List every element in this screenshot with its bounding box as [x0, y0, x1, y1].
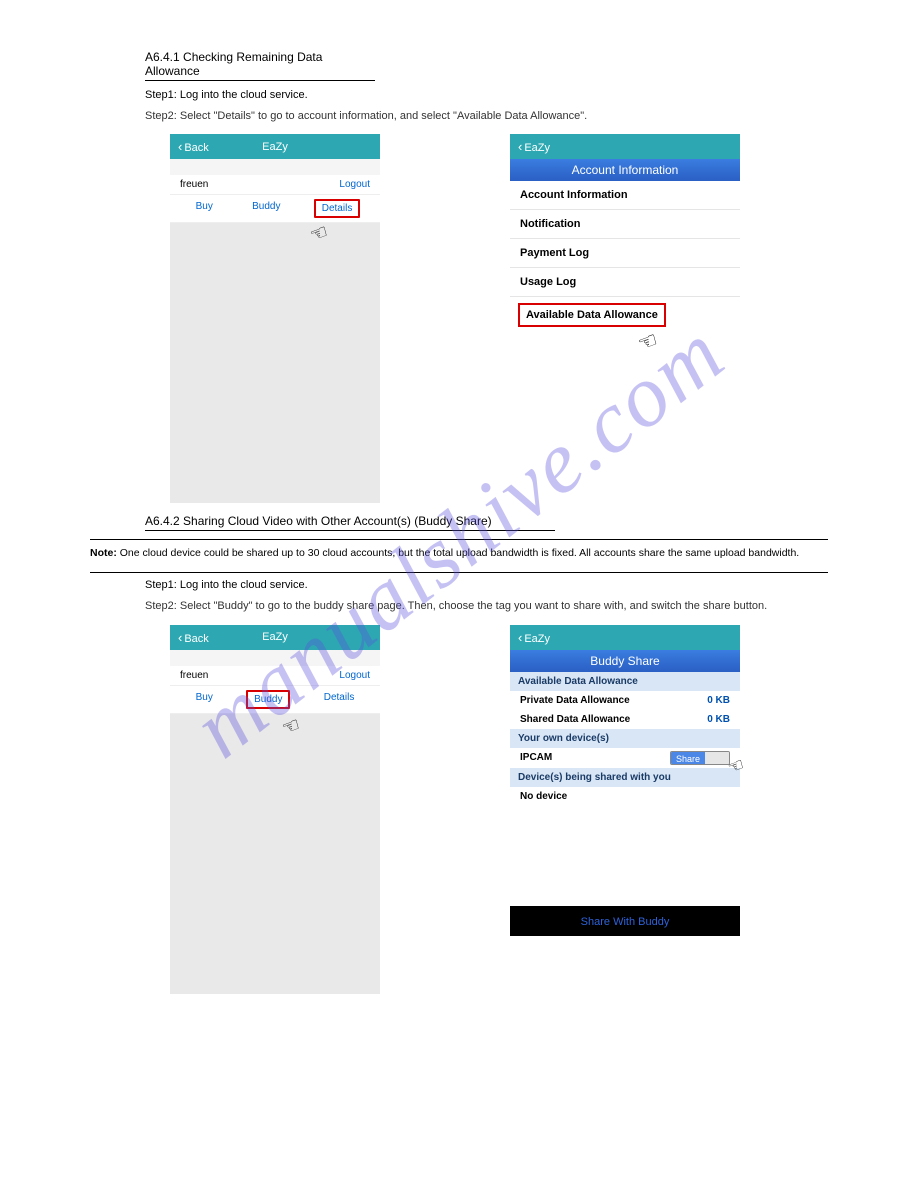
note-text: One cloud device could be shared up to 3…	[120, 547, 799, 559]
hand-pointer-icon: ☜	[306, 219, 331, 249]
back-button[interactable]: ‹Back	[178, 630, 209, 645]
phone-body: ☜	[170, 223, 380, 503]
phone-header: ‹Back EaZy	[170, 134, 380, 159]
share-with-buddy-label: Share With Buddy	[581, 916, 670, 928]
spacer	[170, 650, 380, 666]
row-label: Shared Data Allowance	[520, 714, 630, 725]
back-button[interactable]: ‹Back	[178, 139, 209, 154]
back-label: EaZy	[524, 142, 550, 154]
menu-item-available-data[interactable]: Available Data Allowance	[518, 303, 666, 327]
divider	[90, 539, 828, 540]
tab-buddy[interactable]: Buddy	[246, 199, 286, 218]
chevron-left-icon: ‹	[518, 630, 522, 645]
logout-link[interactable]: Logout	[339, 670, 370, 681]
hand-pointer-icon: ☜	[278, 711, 303, 741]
tab-details[interactable]: Details	[318, 690, 361, 709]
device-name: IPCAM	[520, 752, 552, 763]
row-value: 0 KB	[707, 714, 730, 725]
band-title: Account Information	[510, 159, 740, 181]
subhead-own-devices: Your own device(s)	[510, 729, 740, 748]
section-a-title: A6.4.1 Checking Remaining Data Allowance	[145, 50, 375, 81]
menu-item-usage-log[interactable]: Usage Log	[510, 268, 740, 297]
tab-buddy[interactable]: Buddy	[246, 690, 290, 709]
row-value: 0 KB	[707, 695, 730, 706]
divider	[90, 572, 828, 573]
phone-left-b: ‹Back EaZy freuen Logout Buy Buddy Detai…	[170, 625, 380, 985]
back-button[interactable]: ‹EaZy	[518, 139, 550, 154]
phone-header-r: ‹EaZy	[510, 625, 740, 650]
logout-link[interactable]: Logout	[339, 179, 370, 190]
tab-buy[interactable]: Buy	[190, 199, 219, 218]
section-b-title: A6.4.2 Sharing Cloud Video with Other Ac…	[145, 514, 555, 531]
menu-item-account-info[interactable]: Account Information	[510, 181, 740, 210]
back-button[interactable]: ‹EaZy	[518, 630, 550, 645]
no-device-row: No device	[510, 787, 740, 806]
phone-header-r: ‹EaZy	[510, 134, 740, 159]
phone-header: ‹Back EaZy	[170, 625, 380, 650]
band-title: Buddy Share	[510, 650, 740, 672]
tabs: Buy Buddy Details	[170, 195, 380, 223]
tabs: Buy Buddy Details	[170, 686, 380, 714]
username: freuen	[180, 179, 208, 190]
hand-pointer-icon: ☜	[634, 327, 661, 358]
section-a-desc: Step2: Select "Details" to go to account…	[145, 109, 828, 124]
chevron-left-icon: ‹	[518, 139, 522, 154]
menu-item-notification[interactable]: Notification	[510, 210, 740, 239]
bottom-bar[interactable]: Share With Buddy	[510, 906, 740, 936]
phone-right-a: ‹EaZy Account Information Account Inform…	[510, 134, 740, 494]
device-row: IPCAM Share ☜	[510, 748, 740, 768]
row-private: Private Data Allowance 0 KB	[510, 691, 740, 710]
chevron-left-icon: ‹	[178, 630, 182, 645]
subhead-shared-with-you: Device(s) being shared with you	[510, 768, 740, 787]
menu-list: Account Information Notification Payment…	[510, 181, 740, 327]
share-label: Share	[671, 752, 705, 764]
row-label: Private Data Allowance	[520, 695, 630, 706]
section-a-step1: Step1: Log into the cloud service.	[145, 89, 828, 101]
phone-body: ☜	[170, 714, 380, 994]
tab-buy[interactable]: Buy	[190, 690, 219, 709]
username: freuen	[180, 670, 208, 681]
section-b-desc: Step2: Select "Buddy" to go to the buddy…	[145, 599, 828, 614]
note: Note: One cloud device could be shared u…	[90, 546, 828, 562]
chevron-left-icon: ‹	[178, 139, 182, 154]
user-row: freuen Logout	[170, 666, 380, 686]
tab-details[interactable]: Details	[314, 199, 361, 218]
back-label: Back	[184, 142, 208, 154]
spacer	[170, 159, 380, 175]
share-toggle[interactable]: Share	[670, 751, 730, 765]
back-label: Back	[184, 633, 208, 645]
menu-item-payment-log[interactable]: Payment Log	[510, 239, 740, 268]
subhead-available: Available Data Allowance	[510, 672, 740, 691]
back-label: EaZy	[524, 633, 550, 645]
phone-left-a: ‹Back EaZy freuen Logout Buy Buddy Detai…	[170, 134, 380, 494]
row-shared: Shared Data Allowance 0 KB	[510, 710, 740, 729]
user-row: freuen Logout	[170, 175, 380, 195]
no-device-label: No device	[520, 791, 567, 802]
phone-right-b: ‹EaZy Buddy Share Available Data Allowan…	[510, 625, 740, 985]
note-label: Note:	[90, 547, 117, 559]
section-b-step1: Step1: Log into the cloud service.	[145, 579, 828, 591]
